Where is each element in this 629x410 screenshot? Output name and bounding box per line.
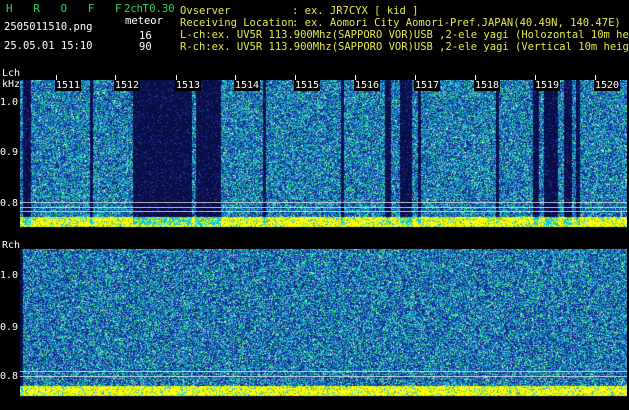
rch-spectrogram <box>20 249 627 400</box>
location-label: Receiving Location <box>180 17 294 29</box>
filename-label: 2505011510.png <box>4 21 93 33</box>
rch-tick-1: 1.0 <box>0 270 19 281</box>
rch-reference-line-2 <box>20 376 627 377</box>
lch-reference-line-2 <box>20 207 627 208</box>
rch-reference-line-1 <box>20 371 627 372</box>
hour-label-1519: 1519 <box>534 80 561 91</box>
lch-description: L-ch:ex. UV5R 113.900Mhz(SAPPORO VOR)USB… <box>180 29 629 41</box>
datetime-label: 25.05.01 15:10 <box>4 40 93 52</box>
observer-value: : ex. JR7CYX [ kid ] <box>292 5 419 17</box>
hour-label-1520: 1520 <box>594 80 621 91</box>
hour-label-1511: 1511 <box>55 80 82 91</box>
hour-label-1514: 1514 <box>234 80 261 91</box>
hour-tick-1515 <box>295 75 296 80</box>
lch-label: Lch <box>2 68 21 79</box>
rch-count: 90 <box>139 41 152 53</box>
rch-label: Rch <box>2 240 21 251</box>
lch-unit-label: kHz <box>2 79 21 90</box>
lch-tick-2: 0.9 <box>0 147 19 158</box>
hour-label-1515: 1515 <box>294 80 321 91</box>
rch-waterfall-canvas <box>20 249 627 400</box>
rch-tick-3: 0.8 <box>0 371 19 382</box>
hour-tick-1514 <box>235 75 236 80</box>
lch-tick-3: 0.8 <box>0 198 19 209</box>
rch-tick-2: 0.9 <box>0 322 19 333</box>
hour-tick-1518 <box>475 75 476 80</box>
hour-label-1513: 1513 <box>175 80 202 91</box>
hour-tick-1517 <box>415 75 416 80</box>
lch-reference-line-3 <box>20 211 627 212</box>
hour-label-1512: 1512 <box>114 80 141 91</box>
hour-tick-1519 <box>535 75 536 80</box>
hour-label-1516: 1516 <box>354 80 381 91</box>
lch-tick-1: 1.0 <box>0 97 19 108</box>
hour-tick-1520 <box>595 75 596 80</box>
mode-label: meteor <box>125 15 163 27</box>
lch-waterfall-canvas <box>20 80 627 231</box>
hour-label-1517: 1517 <box>414 80 441 91</box>
observer-label: Ovserver <box>180 5 231 17</box>
lch-spectrogram <box>20 80 627 231</box>
lch-reference-line-1 <box>20 202 627 203</box>
rch-description: R-ch:ex. UV5R 113.900Mhz(SAPPORO VOR)USB… <box>180 41 629 53</box>
location-value: : ex. Aomori City Aomori-Pref.JAPAN(40.4… <box>292 17 621 29</box>
hour-tick-1512 <box>115 75 116 80</box>
hour-tick-1513 <box>176 75 177 80</box>
hour-label-1518: 1518 <box>474 80 501 91</box>
hour-tick-1511 <box>56 75 57 80</box>
version-label: 2ch 0.30 <box>124 3 175 15</box>
hour-tick-1516 <box>355 75 356 80</box>
